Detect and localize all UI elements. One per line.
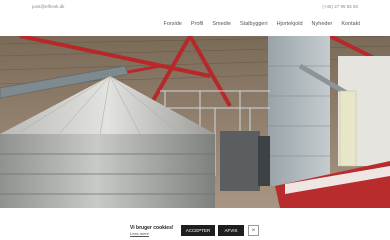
top-bar: post@elfresk.dk (+45) 27 95 55 50 [0,0,390,15]
nav-item-nyheder[interactable]: Nyheder [312,21,333,27]
contact-email[interactable]: post@elfresk.dk [32,4,64,9]
cookie-banner: Vi bruger cookies! Lees mere ACCEPTER AF… [0,221,390,240]
main-navigation: Forside Profil Smedie Stalbyggeri Hjorte… [0,15,390,35]
nav-item-profil[interactable]: Profil [191,21,204,27]
contact-phone[interactable]: (+45) 27 95 55 50 [322,4,358,9]
hero-image [0,36,390,208]
nav-item-stalbyggeri[interactable]: Stalbyggeri [240,21,268,27]
cookie-read-more-link[interactable]: Lees mere [130,231,149,236]
close-icon[interactable]: × [248,225,259,236]
nav-item-smedie[interactable]: Smedie [212,21,231,27]
nav-item-hjortekjold[interactable]: Hjortekjold [277,21,303,27]
accept-cookies-button[interactable]: ACCEPTER [181,225,215,236]
nav-item-kontakt[interactable]: Kontakt [341,21,360,27]
nav-item-forside[interactable]: Forside [164,21,182,27]
reject-cookies-button[interactable]: AFVIS [218,225,244,236]
